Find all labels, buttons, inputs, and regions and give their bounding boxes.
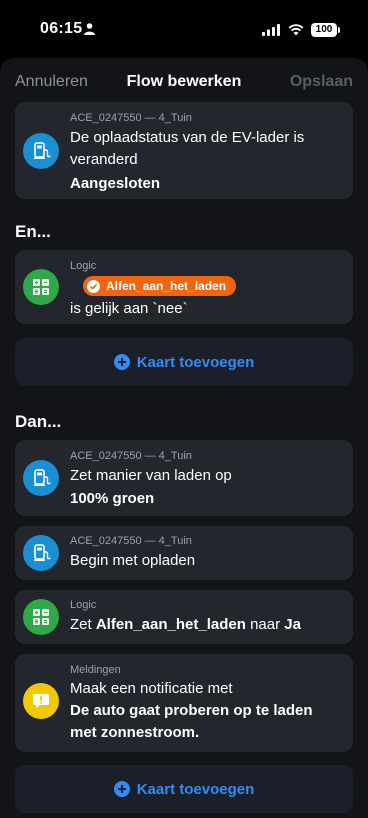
card-text-line3: met zonnestroom. [70, 724, 200, 741]
logic-icon [23, 599, 59, 635]
nav-bar: Annuleren Flow bewerken Opslaan [0, 58, 368, 108]
action-card[interactable]: Meldingen Maak een notificatie met De au… [15, 654, 353, 752]
card-value: 100% groen [70, 490, 155, 507]
card-text-line2: De auto gaat proberen op te laden [70, 702, 313, 719]
ev-charger-icon [23, 535, 59, 571]
person-icon [84, 23, 95, 35]
add-card-button[interactable]: Kaart toevoegen [15, 338, 353, 386]
variable-name: Alfen_aan_het_laden [95, 616, 246, 633]
status-time: 06:15 [40, 20, 83, 37]
signal-icon [262, 24, 280, 36]
add-card-label: Kaart toevoegen [136, 780, 255, 798]
notification-icon [23, 683, 59, 719]
card-source: Logic [70, 260, 97, 272]
add-card-button[interactable]: Kaart toevoegen [15, 765, 353, 813]
variable-tag-label: Alfen_aan_het_laden [106, 279, 227, 293]
plus-icon [113, 354, 130, 370]
card-source: ACE_0247550 — 4_Tuin [70, 535, 192, 547]
card-text-line1: Zet manier van laden op [70, 467, 232, 484]
action-card[interactable]: Logic Zet Alfen_aan_het_laden naar Ja [15, 590, 353, 644]
add-card-label: Kaart toevoegen [136, 353, 255, 371]
variable-tag[interactable]: Alfen_aan_het_laden [83, 276, 237, 296]
card-text-line1: Zet Alfen_aan_het_laden naar Ja [70, 614, 301, 636]
text-mid: naar [245, 616, 285, 633]
logic-icon [23, 269, 59, 305]
card-source: Logic [70, 599, 97, 611]
section-title-and: En... [15, 222, 51, 241]
card-text-line1: Begin met opladen [70, 552, 196, 569]
ev-charger-icon [23, 460, 59, 496]
card-text-line1: De oplaadstatus van de EV-lader is [70, 129, 305, 146]
battery-tip [338, 27, 340, 33]
variable-value: Ja [284, 616, 301, 633]
action-card[interactable]: ACE_0247550 — 4_Tuin Begin met opladen [15, 526, 353, 580]
card-source: Meldingen [70, 664, 121, 676]
card-text-line1: Maak een notificatie met [70, 680, 233, 697]
save-button[interactable]: Opslaan [290, 73, 353, 91]
logic-condition-card[interactable]: Logic Alfen_aan_het_laden is gelijk aan … [15, 250, 353, 324]
card-text-line1: is gelijk aan `nee` [70, 300, 188, 317]
action-card[interactable]: ACE_0247550 — 4_Tuin Zet manier van lade… [15, 440, 353, 516]
card-source: ACE_0247550 — 4_Tuin [70, 112, 192, 124]
card-source: ACE_0247550 — 4_Tuin [70, 450, 192, 462]
trigger-card[interactable]: ACE_0247550 — 4_Tuin De oplaadstatus van… [15, 102, 353, 199]
card-text-line2: veranderd [70, 151, 138, 168]
battery-indicator: 100 [311, 23, 337, 37]
section-title-then: Dan... [15, 412, 62, 431]
check-icon [87, 279, 100, 293]
plus-icon [113, 781, 130, 797]
ev-charger-icon [23, 133, 59, 169]
wifi-icon [288, 24, 304, 36]
card-value: Aangesloten [70, 175, 161, 192]
text-prefix: Zet [70, 616, 96, 633]
status-bar: 06:15 100 [0, 0, 368, 56]
flow-editor-sheet: Annuleren Flow bewerken Opslaan ACE_0247… [0, 58, 368, 818]
